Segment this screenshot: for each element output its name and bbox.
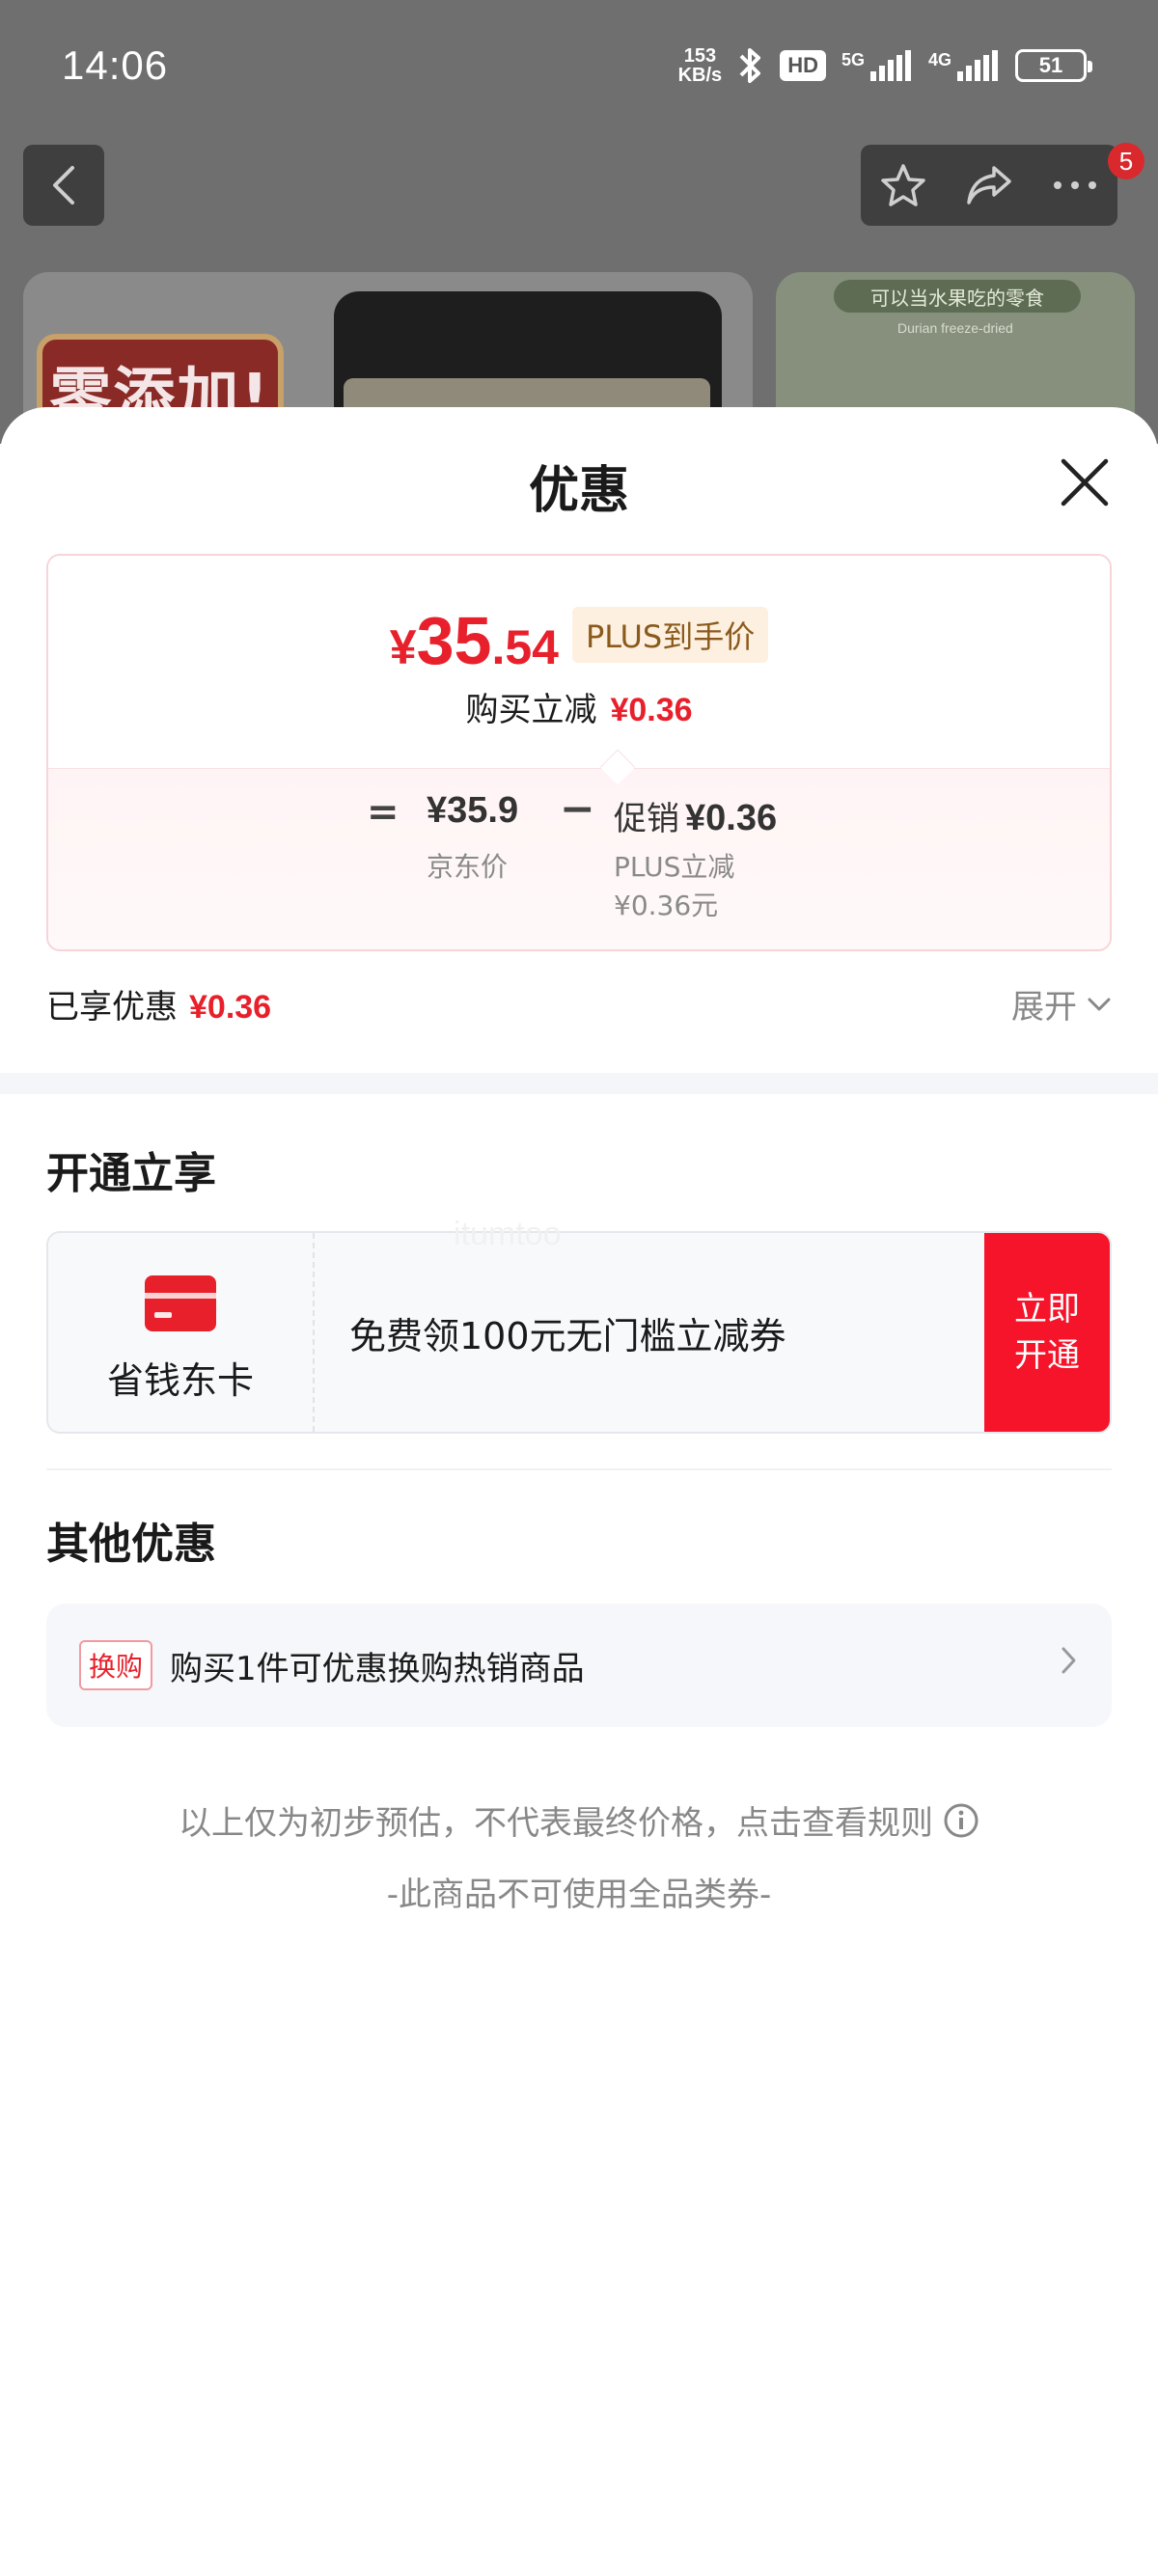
hd-voice-badge: HD — [780, 50, 826, 81]
open-now-button[interactable]: 立即 开通 — [984, 1233, 1110, 1432]
disclaimer[interactable]: 以上仅为初步预估，不代表最终价格，点击查看规则 — [0, 1796, 1158, 1844]
promo-detail-value: ¥0.36元 — [614, 890, 719, 921]
promo-label: 促销 — [614, 800, 679, 838]
bluetooth-icon — [737, 46, 764, 85]
signal-5g-icon: 5G — [841, 50, 913, 81]
no-coupon-note: -此商品不可使用全品类券- — [386, 1876, 772, 1914]
status-bar: 14:06 153 KB/s HD 5G 4G 51 — [0, 0, 1158, 135]
reduce-value: ¥0.36 — [610, 692, 693, 728]
more-icon — [1053, 181, 1096, 189]
expand-label: 展开 — [1011, 988, 1077, 1027]
enjoyed-value: ¥0.36 — [189, 989, 272, 1026]
trade-in-offer-row[interactable]: 换购 购买1件可优惠换购热销商品 — [46, 1603, 1112, 1727]
background-page: 14:06 153 KB/s HD 5G 4G 51 5 零添加! 可以当水果吃… — [0, 0, 1158, 444]
promo-value: ¥0.36 — [685, 798, 778, 838]
trade-in-tag: 换购 — [79, 1640, 153, 1690]
top-actions — [861, 145, 1117, 226]
thin-divider — [46, 1468, 1112, 1470]
minus-sign: − — [560, 784, 595, 834]
trade-in-text: 购买1件可优惠换购热销商品 — [170, 1649, 585, 1688]
final-price-integer: 35 — [416, 603, 492, 678]
chevron-left-icon — [53, 166, 74, 205]
price-breakdown-card: ¥ 35 .54 PLUS到手价 购买立减 ¥0.36 = ¥35.9 京东价 −… — [46, 554, 1112, 951]
favorite-button[interactable] — [865, 145, 942, 226]
star-icon — [881, 164, 926, 206]
jd-price-label: 京东价 — [427, 851, 509, 883]
membership-card[interactable]: 省钱东卡 免费领100元无门槛立减券 立即 开通 — [46, 1231, 1112, 1434]
reduce-label: 购买立减 — [465, 691, 597, 729]
jd-price: ¥35.9 — [427, 790, 519, 831]
card-description: 免费领100元无门槛立减券 — [349, 1315, 786, 1357]
enjoyed-discount: 已享优惠 ¥0.36 — [46, 980, 271, 1028]
price-formula: = ¥35.9 京东价 − 促销 ¥0.36 PLUS立减 ¥0.36元 — [48, 768, 1110, 949]
promo-detail: PLUS立减 ¥0.36元 — [614, 848, 734, 925]
promo-detail-name: PLUS立减 — [614, 851, 735, 883]
section-divider — [0, 1073, 1158, 1094]
section-title-open: 开通立享 — [46, 1149, 216, 1198]
status-time: 14:06 — [62, 42, 169, 88]
section-title-other: 其他优惠 — [46, 1520, 216, 1569]
card-icon — [145, 1275, 216, 1331]
disclaimer-text: 以上仅为初步预估，不代表最终价格，点击查看规则 — [179, 1804, 933, 1843]
final-price-currency: ¥ — [389, 620, 417, 674]
enjoyed-label: 已享优惠 — [46, 988, 178, 1027]
share-icon — [967, 166, 1011, 205]
final-price-decimal: .54 — [491, 620, 559, 674]
price-summary: ¥ 35 .54 PLUS到手价 购买立减 ¥0.36 — [48, 556, 1110, 768]
chevron-down-icon — [1088, 998, 1111, 1010]
battery-icon: 51 — [1015, 49, 1092, 82]
expand-button[interactable]: 展开 — [1011, 980, 1112, 1028]
signal-4g-icon: 4G — [928, 50, 1000, 81]
net-speed: 153 KB/s — [677, 45, 723, 86]
status-icons: 153 KB/s HD 5G 4G 51 — [677, 45, 1092, 86]
back-button[interactable] — [23, 145, 104, 226]
reduce-row: 购买立减 ¥0.36 — [48, 683, 1110, 730]
final-price-row: ¥ 35 .54 PLUS到手价 — [48, 602, 1110, 679]
promo-row: 促销 ¥0.36 — [614, 792, 777, 839]
more-button[interactable] — [1036, 145, 1114, 226]
plus-price-tag: PLUS到手价 — [571, 607, 769, 663]
equals-sign: = — [367, 790, 400, 835]
card-left: 省钱东卡 — [48, 1233, 315, 1432]
discount-sheet: 优惠 ¥ 35 .54 PLUS到手价 购买立减 ¥0.36 = ¥35.9 京东… — [0, 407, 1158, 2576]
notification-badge: 5 — [1108, 143, 1144, 179]
share-button[interactable] — [951, 145, 1028, 226]
watermark: itumtoo — [454, 1216, 562, 1252]
card2-sub: Durian freeze-dried — [897, 320, 1013, 336]
sheet-title: 优惠 — [528, 462, 629, 520]
chevron-right-icon — [1062, 1647, 1076, 1674]
card-name: 省钱东卡 — [106, 1359, 254, 1402]
card2-tag: 可以当水果吃的零食 — [834, 280, 1081, 313]
close-icon — [1061, 458, 1109, 507]
info-icon — [944, 1803, 979, 1837]
close-button[interactable] — [1058, 455, 1112, 509]
